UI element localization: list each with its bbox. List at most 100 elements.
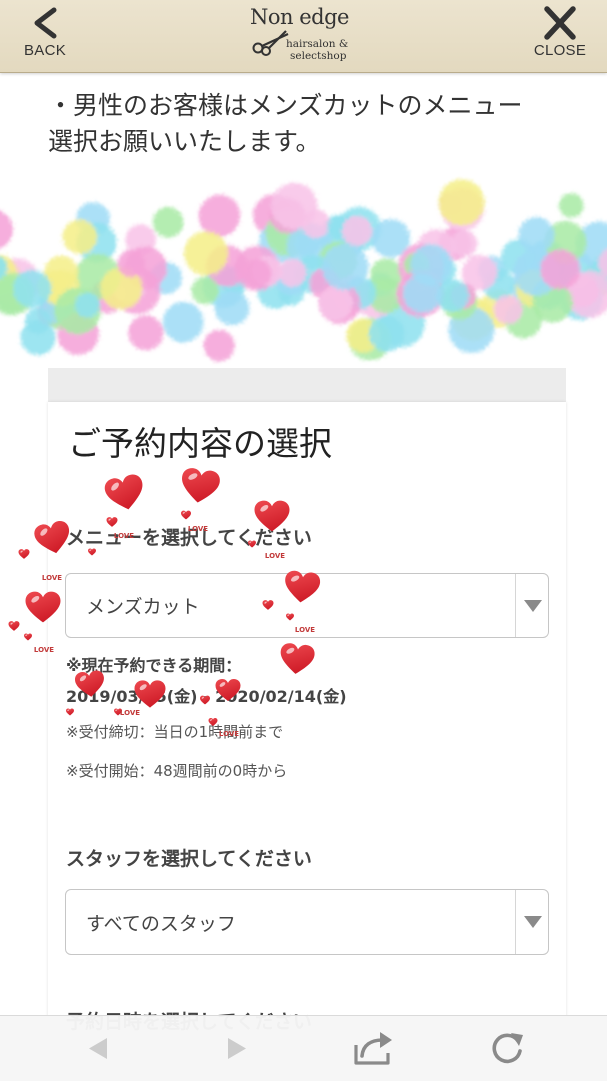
pompom-blob	[346, 318, 380, 352]
pompom-blob	[403, 274, 442, 313]
pompom-blob	[439, 179, 485, 225]
pompom-blob	[37, 272, 68, 303]
pompom-blob	[125, 247, 167, 289]
pompom-blob	[45, 299, 75, 329]
pompom-blob	[215, 291, 250, 326]
pompom-blob	[301, 209, 330, 238]
pompom-blob	[557, 252, 595, 290]
pompom-blob	[404, 252, 430, 278]
pompom-blob	[0, 254, 18, 295]
pompom-blob	[0, 209, 13, 249]
pompom-blob	[438, 227, 471, 260]
forward-arrow-icon	[215, 1026, 259, 1070]
pompom-blob	[515, 270, 552, 307]
pompom-blob	[451, 283, 477, 309]
pompom-blob	[150, 262, 182, 294]
pompom-blob	[529, 274, 564, 309]
pompom-blob	[266, 209, 314, 257]
logo-name: Non edge	[250, 5, 349, 29]
start-note: ※受付開始：48週間前の0時から	[66, 760, 287, 782]
share-icon	[351, 1026, 395, 1070]
pompom-blob	[25, 308, 51, 334]
pompom-blob	[319, 282, 361, 324]
pompom-blob	[592, 248, 607, 292]
browser-toolbar	[0, 1015, 607, 1081]
menu-select-value: メンズカット	[86, 574, 200, 637]
share-button[interactable]	[351, 1026, 395, 1070]
pompom-blob	[524, 240, 568, 284]
pompom-blob	[199, 195, 241, 237]
menu-select[interactable]: メンズカット	[65, 573, 549, 638]
pompom-blob	[204, 330, 235, 361]
logo-tagline-1: hairsalon &	[286, 38, 348, 50]
close-label: CLOSE	[528, 42, 592, 59]
deadline-note: ※受付締切：当日の1時間前まで	[66, 721, 283, 743]
pompom-blob	[75, 254, 121, 300]
pompom-blob	[128, 315, 163, 350]
pompom-blob	[319, 241, 358, 280]
notice-line-1: ・男性のお客様はメンズカットのメニュー	[48, 88, 593, 124]
pompom-blob	[0, 256, 21, 297]
app-header: BACK Non edge hairsalon & selectshop CLO…	[0, 0, 607, 73]
pompom-blob	[462, 255, 498, 291]
card-header-strip	[48, 368, 566, 402]
forward-arrow-button[interactable]	[215, 1026, 259, 1070]
pompom-blob	[257, 274, 292, 309]
back-arrow-button[interactable]	[76, 1026, 120, 1070]
heart-sticker	[24, 633, 32, 640]
pompom-blob	[206, 245, 248, 287]
pompom-blob	[279, 259, 307, 287]
pompom-blob	[235, 246, 280, 291]
pompom-blob	[422, 253, 455, 286]
notice-text: ・男性のお客様はメンズカットのメニュー 選択お願いいたします。	[48, 88, 593, 160]
pompom-blob	[451, 230, 477, 256]
pompom-blob	[357, 280, 395, 318]
staff-select[interactable]: すべてのスタッフ	[65, 889, 549, 955]
pompom-blob	[397, 270, 445, 318]
pompom-blob	[370, 259, 402, 291]
logo-tagline-2: selectshop	[290, 50, 346, 62]
select-divider	[515, 890, 516, 954]
chevron-left-icon	[25, 6, 65, 40]
pompom-blob	[566, 275, 599, 308]
pompom-blob	[287, 223, 333, 269]
pompom-blob	[39, 283, 79, 323]
pompom-blob	[275, 262, 309, 296]
pompom-blob	[327, 215, 352, 240]
pompom-blob	[540, 250, 580, 290]
pompom-blob	[113, 267, 160, 314]
refresh-button[interactable]	[485, 1026, 529, 1070]
pompom-blob	[57, 313, 98, 354]
pompom-blob	[13, 270, 51, 308]
pompom-blob	[44, 270, 80, 306]
pompom-blob	[441, 188, 484, 231]
pompom-blob	[0, 254, 12, 292]
pompom-blob	[153, 207, 184, 238]
heart-sticker	[19, 549, 30, 559]
pompom-blob	[544, 221, 587, 264]
staff-select-value: すべてのスタッフ	[86, 890, 236, 954]
pompom-blob	[220, 267, 247, 294]
pompom-blob	[77, 223, 117, 263]
pompom-blob	[243, 259, 272, 288]
pompom-blob	[90, 279, 124, 313]
pompom-blob	[76, 202, 110, 236]
back-label: BACK	[13, 42, 77, 59]
refresh-icon	[485, 1026, 529, 1070]
close-button[interactable]: CLOSE	[528, 6, 592, 68]
pompom-blob	[441, 283, 477, 319]
pompom-blob	[494, 295, 523, 324]
pompom-blob	[37, 299, 65, 327]
pompom-blob	[533, 280, 563, 310]
back-button[interactable]: BACK	[13, 6, 77, 68]
period-label: ※現在予約できる期間：	[66, 655, 241, 677]
pompom-blob	[294, 231, 320, 257]
pompom-blob	[191, 277, 219, 305]
pompom-blob	[318, 286, 353, 321]
pompom-blob	[333, 276, 372, 315]
pompom-blob	[117, 250, 144, 277]
pompom-blob	[319, 215, 366, 262]
pompom-blob	[184, 231, 228, 275]
pompom-blob	[505, 301, 542, 338]
pompom-blob	[501, 239, 536, 274]
